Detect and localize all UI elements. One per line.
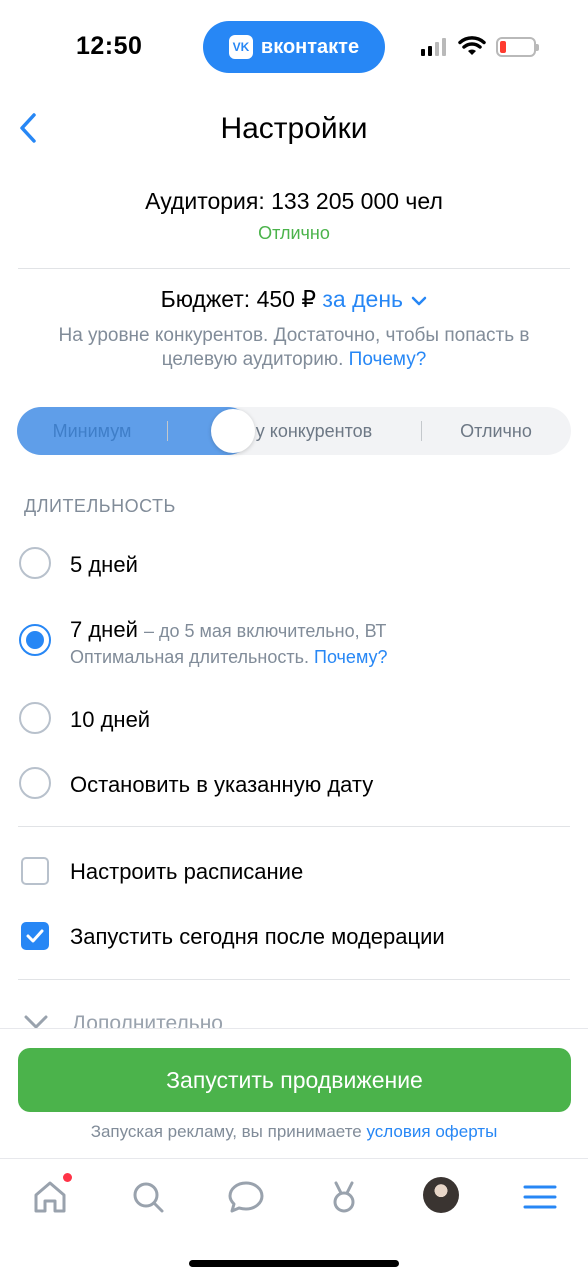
messages-icon[interactable] <box>226 1177 266 1217</box>
battery-icon <box>496 37 539 57</box>
radio-button-selected[interactable] <box>19 624 51 656</box>
vk-logo-icon: VK <box>228 35 253 59</box>
budget-label: Бюджет: 450 ₽ <box>160 286 316 312</box>
budget-period-label: за день <box>322 286 403 312</box>
duration-option-label: 10 дней <box>70 707 151 732</box>
budget-slider-minimum[interactable]: Минимум <box>17 407 167 455</box>
budget-period-dropdown[interactable]: за день <box>322 286 427 312</box>
radio-button[interactable] <box>19 702 51 734</box>
duration-option-label: 5 дней <box>70 552 138 577</box>
profile-avatar[interactable] <box>423 1177 459 1213</box>
budget-row: Бюджет: 450 ₽ за день <box>0 286 588 313</box>
budget-description-text: На уровне конкурентов. Достаточно, чтобы… <box>58 325 530 370</box>
checkbox[interactable] <box>21 857 49 885</box>
duration-why-link[interactable]: Почему? <box>314 647 388 667</box>
vk-app-pill-label: вконтакте <box>260 35 360 58</box>
chevron-down-icon <box>412 296 427 306</box>
duration-option-label: 7 дней – до 5 мая включительно, ВТ <box>70 617 386 643</box>
status-time: 12:50 <box>76 32 143 60</box>
home-indicator <box>189 1260 399 1267</box>
home-icon[interactable] <box>30 1177 70 1217</box>
wifi-icon <box>458 36 486 55</box>
status-bar: 12:50 VK вконтакте <box>0 0 588 96</box>
budget-slider[interactable]: Минимум у конкурентов Отлично <box>17 407 571 455</box>
divider <box>18 826 570 827</box>
duration-option-subtitle-text: Оптимальная длительность. <box>70 647 309 667</box>
cellular-signal-icon <box>421 38 446 56</box>
slider-separator <box>167 421 168 441</box>
audience-status: Отлично <box>258 223 330 243</box>
menu-icon[interactable] <box>520 1177 560 1217</box>
notification-badge <box>63 1173 72 1182</box>
checkbox-label: Настроить расписание <box>70 859 304 884</box>
budget-slider-excellent[interactable]: Отлично <box>421 407 571 455</box>
checkbox-label: Запустить сегодня после модерации <box>70 924 445 949</box>
divider <box>18 979 570 980</box>
page-title: Настройки <box>220 112 368 145</box>
audience-size: Аудитория: 133 205 000 чел <box>145 188 443 214</box>
offer-terms-link[interactable]: условия оферты <box>366 1122 497 1141</box>
radio-button[interactable] <box>19 767 51 799</box>
budget-description: На уровне конкурентов. Достаточно, чтобы… <box>40 324 548 372</box>
duration-section-title: ДЛИТЕЛЬНОСТЬ <box>24 496 176 516</box>
clips-icon[interactable] <box>324 1177 364 1217</box>
duration-option-label: Остановить в указанную дату <box>70 772 374 797</box>
duration-option-label-text: 7 дней <box>70 617 138 642</box>
launch-promotion-button[interactable]: Запустить продвижение <box>18 1048 571 1112</box>
budget-slider-knob[interactable] <box>211 409 255 453</box>
duration-option-subtitle: Оптимальная длительность. Почему? <box>70 647 388 668</box>
vk-app-pill[interactable]: VK вконтакте <box>203 21 385 73</box>
duration-option-extra: – до 5 мая включительно, ВТ <box>143 621 387 641</box>
offer-notice: Запуская рекламу, вы принимаете условия … <box>0 1122 588 1142</box>
action-panel: Запустить продвижение Запуская рекламу, … <box>0 1028 588 1158</box>
header: Настройки <box>0 96 588 162</box>
budget-why-link[interactable]: Почему? <box>349 349 427 370</box>
offer-text: Запуская рекламу, вы принимаете <box>90 1122 362 1141</box>
checkmark-icon <box>26 929 44 943</box>
search-icon[interactable] <box>128 1177 168 1217</box>
checkbox-checked[interactable] <box>21 922 49 950</box>
divider <box>18 268 570 269</box>
radio-button[interactable] <box>19 547 51 579</box>
